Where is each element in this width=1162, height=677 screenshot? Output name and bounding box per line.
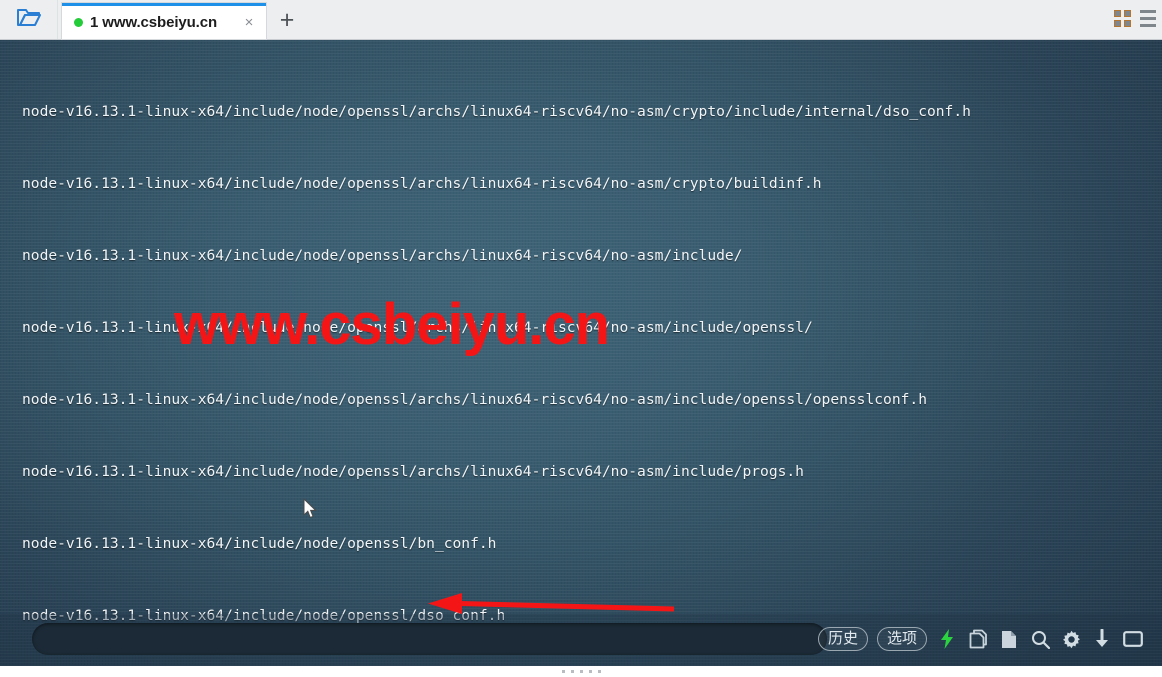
terminal-line: node-v16.13.1-linux-x64/include/node/ope… xyxy=(22,535,497,552)
search-icon[interactable] xyxy=(1029,628,1051,650)
close-icon[interactable]: × xyxy=(241,15,257,31)
gear-icon[interactable] xyxy=(1060,628,1082,650)
command-input[interactable] xyxy=(32,623,827,655)
tab-status-dot xyxy=(74,18,83,27)
terminal-line: node-v16.13.1-linux-x64/include/node/ope… xyxy=(22,391,927,408)
resize-handle[interactable] xyxy=(0,666,1162,677)
tab-title: 1 www.csbeiyu.cn xyxy=(90,14,218,31)
command-bar: 历史 选项 xyxy=(0,614,1162,666)
terminal-line: node-v16.13.1-linux-x64/include/node/ope… xyxy=(22,247,743,264)
copy-icon[interactable] xyxy=(967,628,989,650)
terminal-output-area[interactable]: node-v16.13.1-linux-x64/include/node/ope… xyxy=(0,40,1162,666)
browser-tab[interactable]: 1 www.csbeiyu.cn × xyxy=(62,3,266,39)
paste-icon[interactable] xyxy=(998,628,1020,650)
options-button[interactable]: 选项 xyxy=(876,627,927,651)
title-bar: 1 www.csbeiyu.cn × + xyxy=(0,0,1162,40)
open-folder-icon xyxy=(16,6,42,33)
terminal-line: node-v16.13.1-linux-x64/include/node/ope… xyxy=(22,319,813,336)
hamburger-menu-icon[interactable] xyxy=(1140,10,1156,27)
lightning-icon[interactable] xyxy=(936,628,958,650)
new-tab-button[interactable]: + xyxy=(272,7,302,35)
history-button[interactable]: 历史 xyxy=(817,627,868,651)
terminal-lines: node-v16.13.1-linux-x64/include/node/ope… xyxy=(22,52,1162,666)
window-icon[interactable] xyxy=(1122,628,1144,650)
command-bar-tools: 历史 选项 xyxy=(817,622,1144,656)
terminal-line: node-v16.13.1-linux-x64/include/node/ope… xyxy=(22,463,804,480)
terminal-line: node-v16.13.1-linux-x64/include/node/ope… xyxy=(22,175,822,192)
grid-layout-icon[interactable] xyxy=(1114,10,1131,27)
open-folder-button[interactable] xyxy=(0,0,58,39)
terminal-line: node-v16.13.1-linux-x64/include/node/ope… xyxy=(22,103,971,120)
titlebar-actions xyxy=(1114,10,1156,27)
download-icon[interactable] xyxy=(1091,628,1113,650)
